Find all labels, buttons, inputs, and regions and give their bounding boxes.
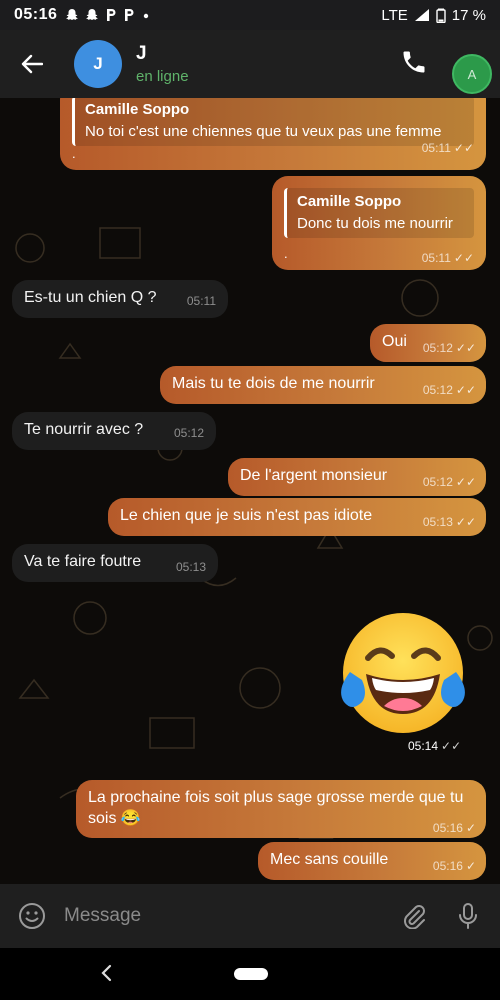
message-meta: 05:13 ✓✓ (423, 512, 476, 533)
message-text: Le chien que je suis n'est pas idiote (120, 507, 373, 524)
chat-area[interactable]: Camille Soppo No toi c'est une chiennes … (0, 98, 500, 884)
status-right: LTE 17 % (381, 7, 486, 24)
message-bubble[interactable]: De l'argent monsieur 05:12 ✓✓ (228, 458, 486, 496)
message-meta: 05:12 ✓✓ (423, 472, 476, 493)
message-text: La prochaine fois soit plus sage grosse … (88, 789, 464, 827)
message-text: De l'argent monsieur (240, 467, 388, 484)
message-bubble[interactable]: Oui 05:12 ✓✓ (370, 324, 486, 362)
read-check-icon: ✓✓ (455, 341, 476, 355)
message-meta: 05:14 ✓✓ (408, 738, 461, 753)
message-time: 05:12 (422, 341, 453, 355)
signal-icon (414, 9, 429, 21)
parking-icon (125, 9, 134, 21)
reply-text: Donc tu dois me nourrir (297, 214, 453, 232)
message-bubble[interactable]: Mais tu te dois de me nourrir 05:12 ✓✓ (160, 366, 486, 404)
message-time: 05:11 (421, 141, 451, 155)
message-time: 05:12 (173, 426, 204, 440)
message-time: 05:13 (175, 560, 206, 574)
message-bubble[interactable]: La prochaine fois soit plus sage grosse … (76, 780, 486, 838)
message-time: 05:12 (422, 383, 453, 397)
avatar-letter: J (93, 54, 103, 73)
message-time: 05:11 (421, 251, 451, 265)
read-check-icon: ✓✓ (455, 383, 476, 397)
message-time: 05:16 (432, 859, 463, 873)
message-meta: 05:12 ✓✓ (423, 380, 476, 401)
message-text: Va te faire foutre (24, 553, 142, 570)
voice-record-button[interactable] (448, 884, 488, 948)
message-bubble[interactable]: Va te faire foutre 05:13 (12, 544, 218, 582)
composer-bar (0, 884, 500, 948)
message-text: Te nourrir avec ? (24, 421, 144, 438)
avatar[interactable]: J (74, 40, 122, 88)
message-text: . (284, 246, 288, 261)
paperclip-icon (404, 905, 425, 929)
microphone-icon (459, 903, 477, 929)
message-bubble[interactable]: Camille Soppo No toi c'est une chiennes … (60, 98, 486, 170)
arrow-left-icon (21, 54, 43, 74)
reply-preview[interactable]: Camille Soppo Donc tu dois me nourrir (284, 188, 474, 238)
message-bubble[interactable]: Camille Soppo Donc tu dois me nourrir . … (272, 176, 486, 270)
phone-icon (403, 51, 425, 73)
assistant-label: A (467, 66, 477, 82)
smiley-icon (19, 903, 45, 929)
message-meta: 05:12 ✓✓ (423, 338, 476, 359)
nav-home-pill[interactable] (234, 968, 268, 980)
system-nav-bar (0, 948, 500, 1000)
snapchat-icon (66, 9, 79, 20)
attach-button[interactable] (394, 884, 434, 948)
dot-icon (144, 13, 149, 19)
read-check-icon: ✓✓ (453, 141, 474, 155)
reply-author: Camille Soppo (297, 193, 402, 210)
read-check-icon: ✓✓ (455, 475, 476, 489)
message-text: Mec sans couille (270, 851, 389, 868)
message-text: Oui (382, 333, 407, 350)
contact-status: en ligne (136, 68, 189, 85)
message-time: 05:16 (432, 821, 463, 835)
message-meta: 05:11 ✓✓ (422, 248, 474, 269)
message-text: Mais tu te dois de me nourrir (172, 375, 375, 392)
read-check-icon: ✓✓ (441, 739, 462, 753)
message-text: . (72, 146, 76, 161)
message-text: Es-tu un chien Q ? (24, 289, 157, 306)
contact-name: J (136, 43, 147, 64)
nav-back-icon[interactable] (100, 962, 114, 984)
sent-check-icon: ✓ (465, 821, 476, 835)
message-meta: 05:16 ✓ (433, 856, 476, 877)
battery-label: 17 % (451, 6, 486, 24)
message-bubble[interactable]: Es-tu un chien Q ? 05:11 (12, 280, 228, 318)
message-bubble[interactable]: Le chien que je suis n'est pas idiote 05… (108, 498, 486, 536)
status-bar: 05:16 LTE 17 % (0, 0, 500, 30)
status-left: 05:16 (14, 6, 151, 24)
notification-icons (65, 8, 151, 22)
reply-preview[interactable]: Camille Soppo No toi c'est une chiennes … (72, 98, 474, 146)
message-time: 05:11 (186, 294, 216, 308)
back-button[interactable] (0, 30, 64, 98)
message-time: 05:12 (422, 475, 453, 489)
assistant-bubble-icon[interactable]: A (452, 54, 492, 94)
message-bubble[interactable]: Te nourrir avec ? 05:12 (12, 412, 216, 450)
read-check-icon: ✓✓ (453, 251, 474, 265)
message-meta: 05:11 ✓✓ (422, 138, 474, 159)
contact-info[interactable]: J en ligne (136, 43, 189, 85)
message-bubble[interactable]: Mec sans couille 05:16 ✓ (258, 842, 486, 880)
read-check-icon: ✓✓ (455, 515, 476, 529)
battery-icon (436, 8, 446, 23)
network-label: LTE (381, 6, 408, 24)
laughing-tears-emoji[interactable] (338, 608, 468, 738)
parking-icon (107, 9, 116, 21)
message-time: 05:13 (422, 515, 453, 529)
reply-author: Camille Soppo (85, 101, 190, 118)
snapchat-icon (86, 9, 99, 20)
emoji-button[interactable] (0, 884, 64, 948)
message-meta: 05:16 ✓ (433, 818, 476, 839)
status-time: 05:16 (14, 6, 58, 23)
call-button[interactable] (400, 48, 434, 82)
message-time: 05:14 (408, 739, 439, 753)
reply-text: No toi c'est une chiennes que tu veux pa… (85, 122, 442, 140)
sent-check-icon: ✓ (465, 859, 476, 873)
chat-header: J J en ligne A (0, 30, 500, 98)
message-input[interactable] (64, 905, 394, 927)
